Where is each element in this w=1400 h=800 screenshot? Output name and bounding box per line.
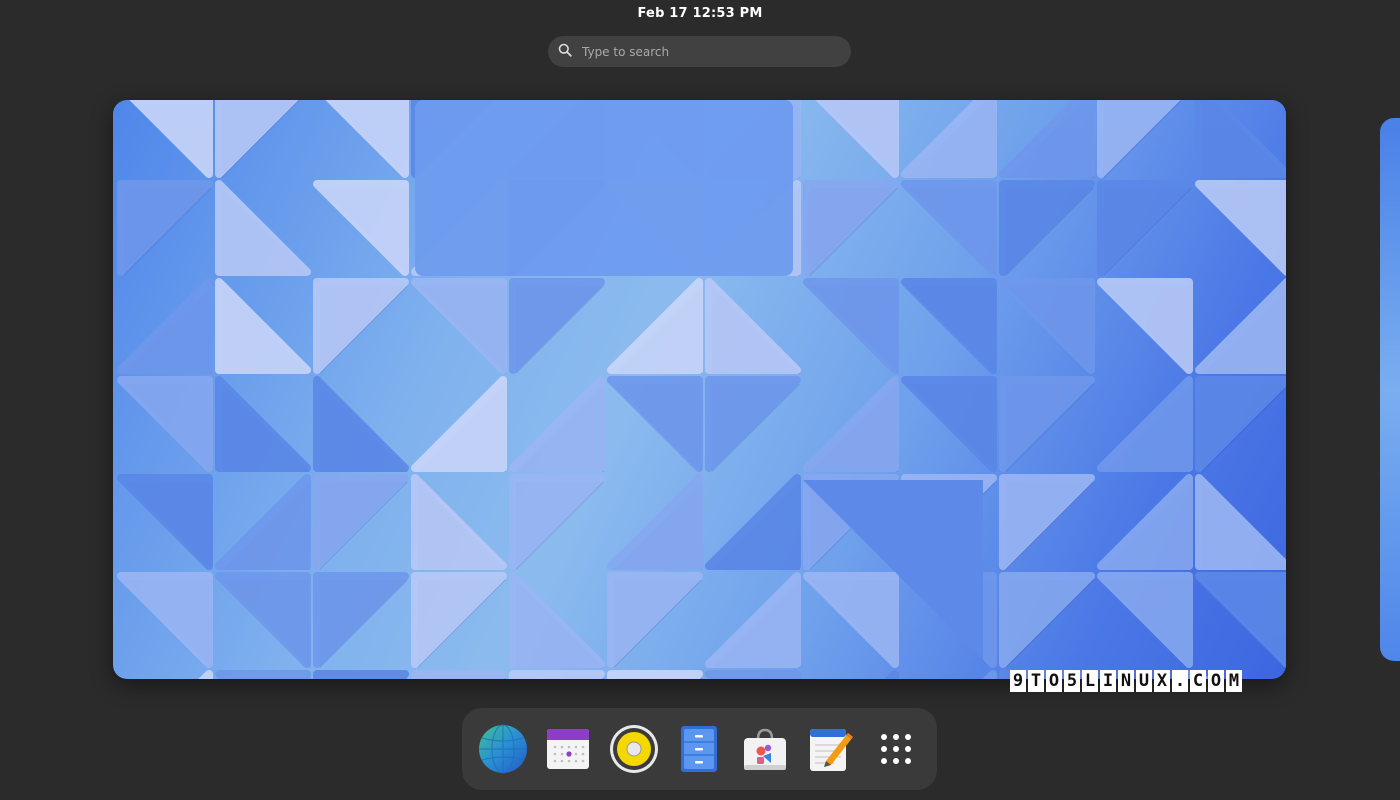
top-bar: Feb 17 12:53 PM: [0, 0, 1400, 26]
calendar-icon: [546, 727, 590, 771]
dock-item-show-apps[interactable]: [870, 723, 922, 775]
search-bar[interactable]: [548, 36, 851, 67]
dock-item-music-player[interactable]: [608, 723, 660, 775]
wallpaper: [117, 100, 1286, 679]
notepad-pencil-icon: [808, 725, 854, 773]
dock-item-web-browser[interactable]: [477, 723, 529, 775]
file-cabinet-icon: [680, 725, 718, 773]
workspace-thumbnail[interactable]: [113, 100, 1286, 679]
shopping-bag-icon: [741, 725, 789, 773]
dock-item-text-editor[interactable]: [805, 723, 857, 775]
search-icon: [558, 42, 572, 61]
globe-icon: [478, 724, 528, 774]
dock-item-calendar[interactable]: [542, 723, 594, 775]
dock-item-file-manager[interactable]: [673, 723, 725, 775]
dock-item-software-store[interactable]: [739, 723, 791, 775]
watermark-logo: 9TO5LINUX.COM: [1010, 670, 1242, 694]
search-input[interactable]: [580, 43, 834, 60]
next-workspace-thumbnail[interactable]: [1380, 118, 1400, 661]
clock[interactable]: Feb 17 12:53 PM: [638, 6, 763, 21]
app-grid-icon: [878, 731, 914, 767]
dash-dock: [462, 708, 937, 790]
speaker-icon: [609, 724, 659, 774]
